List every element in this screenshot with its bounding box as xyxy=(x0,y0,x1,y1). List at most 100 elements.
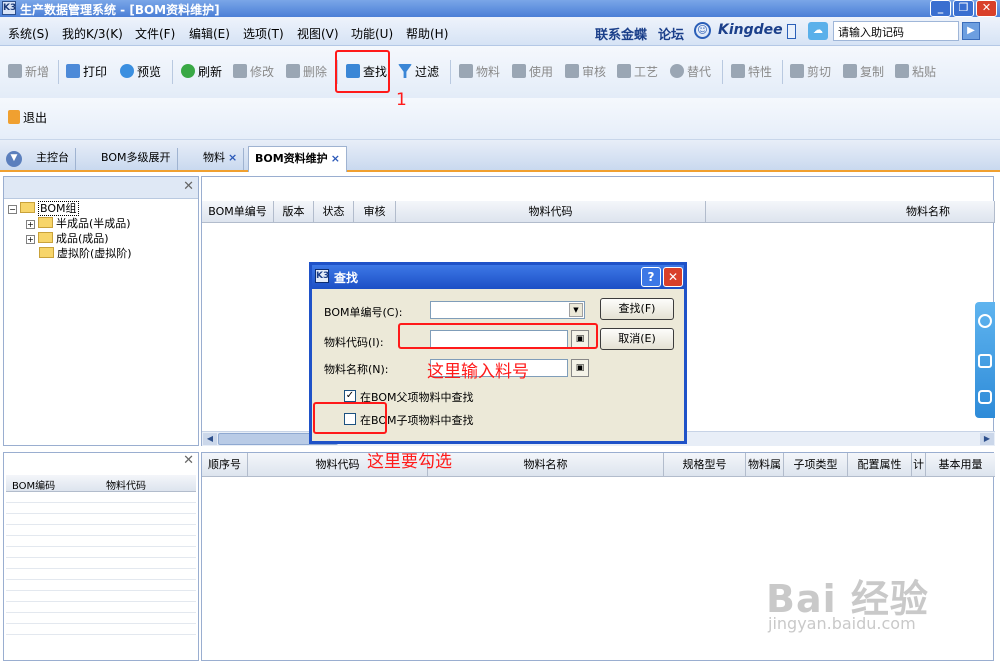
menu-my-k3[interactable]: 我的K/3(K) xyxy=(62,25,123,42)
filter-icon xyxy=(398,64,412,78)
cancel-button[interactable]: 取消(E) xyxy=(600,328,674,350)
tab-material[interactable]: 物料 × xyxy=(197,148,245,170)
column-header[interactable]: 版本 xyxy=(274,201,314,223)
audit-button[interactable]: 审核 xyxy=(565,63,606,81)
material-name-label: 物料名称(N): xyxy=(324,363,389,376)
toolbar-separator xyxy=(782,60,783,84)
column-header[interactable]: 物料名称 xyxy=(706,201,995,223)
column-header[interactable]: 子项类型 xyxy=(784,453,848,477)
bom-list-header: BOM单编号 版本 状态 审核 物料代码 物料名称 xyxy=(202,201,995,223)
material-code-label: 物料代码(I): xyxy=(324,336,384,349)
menu-options[interactable]: 选项(T) xyxy=(243,25,284,42)
menu-view[interactable]: 视图(V) xyxy=(297,25,339,42)
refresh-button[interactable]: 刷新 xyxy=(181,63,222,81)
column-header[interactable]: 规格型号 xyxy=(664,453,746,477)
help-button[interactable]: ? xyxy=(641,267,661,287)
trash-icon xyxy=(286,64,300,78)
headset-icon[interactable] xyxy=(978,314,992,328)
panel-header: ✕ xyxy=(4,177,198,199)
bom-no-select[interactable] xyxy=(430,301,585,319)
lookup-icon[interactable]: ▣ xyxy=(571,359,589,377)
find-submit-button[interactable]: 查找(F) xyxy=(600,298,674,320)
expand-icon[interactable]: + xyxy=(26,235,35,244)
chevron-down-icon[interactable]: ▼ xyxy=(569,303,583,317)
usage-button[interactable]: 使用 xyxy=(512,63,553,81)
print-button[interactable]: 打印 xyxy=(66,63,107,81)
modify-button[interactable]: 修改 xyxy=(233,63,274,81)
substitute-button[interactable]: 替代 xyxy=(670,63,711,81)
column-header[interactable]: 物料属性 xyxy=(746,453,784,477)
paste-button[interactable]: 粘贴 xyxy=(895,63,936,81)
feature-icon xyxy=(731,64,745,78)
tree-item[interactable]: + 半成品(半成品) xyxy=(8,216,198,231)
add-button[interactable]: 新增 xyxy=(8,63,49,81)
cloud-icon[interactable]: ☁ xyxy=(808,22,828,40)
restore-button[interactable]: ❐ xyxy=(953,0,974,17)
window-title: 生产数据管理系统 - [BOM资料维护] xyxy=(20,3,220,17)
column-header[interactable]: BOM单编号 xyxy=(202,201,274,223)
feature-button[interactable]: 特性 xyxy=(731,63,772,81)
material-icon xyxy=(459,64,473,78)
column-header[interactable]: 计划 xyxy=(912,453,926,477)
cut-button[interactable]: 剪切 xyxy=(790,63,831,81)
column-header[interactable]: 状态 xyxy=(314,201,354,223)
filter-button[interactable]: 过滤 xyxy=(398,63,439,81)
tab-main-console[interactable]: 主控台 xyxy=(30,148,76,170)
contact-kingdee-link[interactable]: 联系金蝶 xyxy=(595,24,647,43)
highlight-find-button xyxy=(335,50,390,93)
close-tab-icon[interactable]: × xyxy=(331,152,340,165)
close-panel-icon[interactable]: ✕ xyxy=(183,179,194,194)
menu-edit[interactable]: 编辑(E) xyxy=(189,25,230,42)
input-hint-annotation: 这里输入料号 xyxy=(427,362,529,382)
parent-search-checkbox[interactable]: ✓ xyxy=(344,390,356,402)
column-header[interactable]: 审核 xyxy=(354,201,396,223)
search-go-button[interactable]: ▶ xyxy=(962,22,980,40)
tree-item[interactable]: + 成品(成品) xyxy=(8,231,198,246)
expand-icon[interactable]: + xyxy=(26,220,35,229)
menu-help[interactable]: 帮助(H) xyxy=(406,25,448,42)
smiley-icon[interactable]: ☺ xyxy=(694,22,711,39)
tab-bom-maintenance[interactable]: BOM资料维护 × xyxy=(248,146,347,172)
tab-bom-multilevel[interactable]: BOM多级展开 xyxy=(95,148,178,170)
menu-function[interactable]: 功能(U) xyxy=(351,25,393,42)
find-dialog-titlebar: K3 查找 ? ✕ xyxy=(312,265,684,289)
column-header[interactable]: 基本用量 xyxy=(926,453,995,477)
close-window-button[interactable]: ✕ xyxy=(976,0,997,17)
column-header[interactable]: 配置属性 xyxy=(848,453,912,477)
copy-button[interactable]: 复制 xyxy=(843,63,884,81)
k3-icon[interactable] xyxy=(978,354,992,368)
process-button[interactable]: 工艺 xyxy=(617,63,658,81)
close-tab-icon[interactable]: × xyxy=(228,151,237,164)
scroll-left-icon[interactable]: ◀ xyxy=(203,433,217,445)
close-panel-icon[interactable]: ✕ xyxy=(183,453,194,468)
table-row xyxy=(6,624,196,635)
column-header[interactable]: 顺序号 xyxy=(202,453,248,477)
menu-system[interactable]: 系统(S) xyxy=(8,25,49,42)
document-tab-bar: ▼ 主控台 BOM多级展开 物料 × BOM资料维护 × xyxy=(0,140,1000,172)
forum-link[interactable]: 论坛 xyxy=(658,24,684,43)
menu-file[interactable]: 文件(F) xyxy=(135,25,175,42)
table-row xyxy=(6,503,196,514)
chevron-down-icon[interactable]: ▼ xyxy=(6,151,22,167)
step-number-annotation: 1 xyxy=(396,90,407,110)
column-header[interactable]: 物料名称 xyxy=(428,453,664,477)
dialog-close-button[interactable]: ✕ xyxy=(663,267,683,287)
minimize-button[interactable]: _ xyxy=(930,0,951,17)
help-search-input[interactable]: 请输入助记码 xyxy=(833,21,959,41)
column-header[interactable]: 物料代码 xyxy=(396,201,706,223)
collapse-icon[interactable]: − xyxy=(8,205,17,214)
material-button[interactable]: 物料 xyxy=(459,63,500,81)
exit-button[interactable]: 退出 xyxy=(8,109,47,127)
column-header[interactable]: 物料代码 xyxy=(106,477,146,492)
highlight-material-code xyxy=(398,323,598,349)
mobile-icon[interactable] xyxy=(787,24,796,39)
tree-item[interactable]: 虚拟阶(虚拟阶) xyxy=(8,246,198,261)
delete-button[interactable]: 删除 xyxy=(286,63,327,81)
preview-button[interactable]: 预览 xyxy=(120,63,161,81)
bom-code-panel: ✕ BOM编码 物料代码 xyxy=(3,452,199,661)
column-header[interactable]: BOM编码 xyxy=(12,477,55,492)
database-icon[interactable] xyxy=(978,390,992,404)
scroll-right-icon[interactable]: ▶ xyxy=(980,433,994,445)
table-row xyxy=(6,591,196,602)
tree-root[interactable]: − BOM组 xyxy=(8,201,198,216)
